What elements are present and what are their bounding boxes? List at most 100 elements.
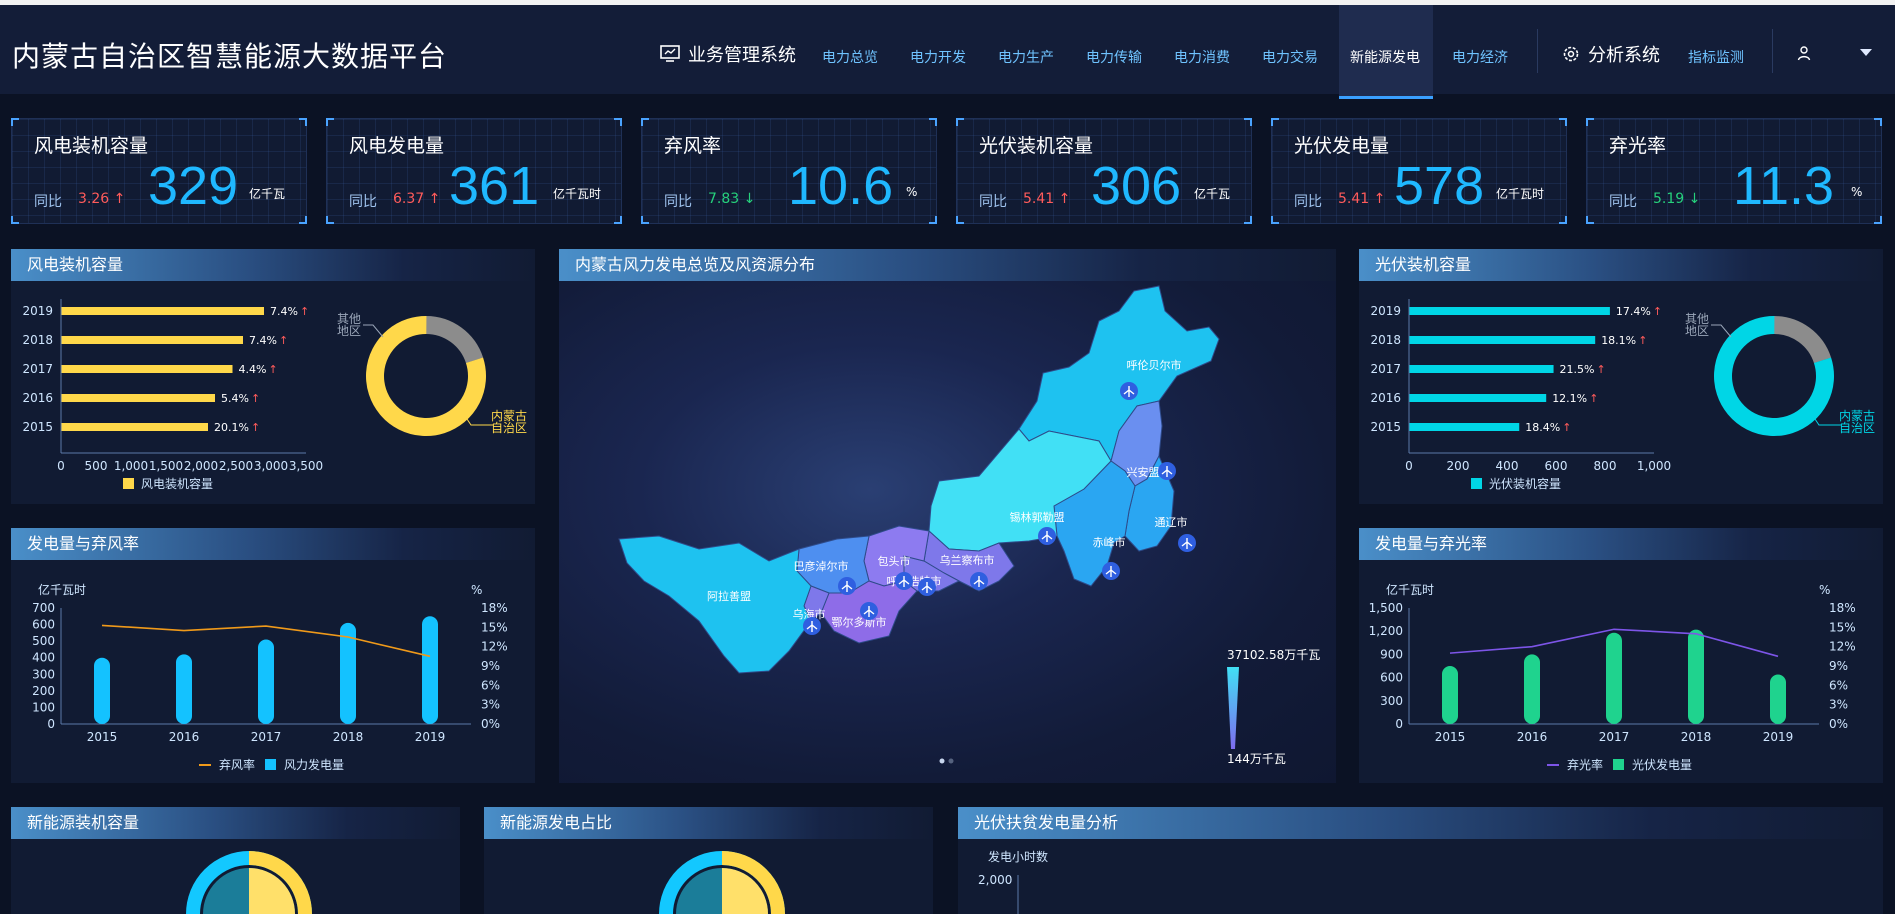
y-tick-label: 900 bbox=[1380, 647, 1403, 661]
bar bbox=[94, 657, 110, 724]
panel-title: 风电装机容量 bbox=[11, 249, 535, 281]
nav-power-development[interactable]: 电力开发 bbox=[910, 47, 966, 67]
arrow-up-icon: ↑ bbox=[279, 334, 288, 347]
user-icon[interactable] bbox=[1796, 45, 1812, 61]
donut-slice bbox=[1714, 316, 1834, 436]
nav-indicator-monitor[interactable]: 指标监测 bbox=[1688, 47, 1744, 67]
wind-turbine-icon bbox=[1038, 527, 1056, 545]
nav-power-economy[interactable]: 电力经济 bbox=[1452, 47, 1508, 67]
arrow-up-icon: ↑ bbox=[251, 392, 260, 405]
new-energy-ratio-panel: 新能源发电占比 bbox=[484, 807, 933, 914]
kpi-yoy-label: 同比 bbox=[34, 194, 62, 210]
kpi-unit: 亿千瓦时 bbox=[1496, 187, 1545, 201]
y-tick-label: 200 bbox=[32, 684, 55, 698]
kpi-unit: % bbox=[906, 185, 918, 199]
kpi-yoy-value: 5.41 ↑ bbox=[1338, 191, 1386, 207]
analysis-system-menu[interactable]: 分析系统 bbox=[1562, 41, 1660, 67]
chevron-down-icon[interactable] bbox=[1860, 49, 1872, 56]
kpi-yoy-value: 5.41 ↑ bbox=[1023, 191, 1071, 207]
bar bbox=[1409, 394, 1547, 402]
kpi-value: 329 bbox=[148, 156, 239, 216]
y-axis-title-left: 亿千瓦时 bbox=[38, 582, 86, 597]
nav-divider bbox=[1772, 29, 1773, 73]
y-axis-title-right: % bbox=[471, 583, 482, 597]
legend-swatch bbox=[265, 759, 276, 770]
bar bbox=[61, 394, 215, 402]
y-tick-label-right: 0% bbox=[481, 717, 500, 731]
map-panel: 内蒙古风力发电总览及风资源分布 呼伦贝尔市 兴安盟 通辽市 赤峰市 锡林郭勒盟 乌兰察布市… bbox=[559, 249, 1336, 783]
nav-new-energy[interactable]: 新能源发电 bbox=[1350, 47, 1420, 67]
y-tick-label: 2016 bbox=[22, 391, 53, 405]
x-tick-label: 1,000 bbox=[1637, 459, 1671, 473]
arrow-down-icon: ↓ bbox=[743, 191, 756, 207]
legend-label: 风力发电量 bbox=[284, 757, 344, 772]
nav-power-overview[interactable]: 电力总览 bbox=[822, 47, 878, 67]
analysis-system-label: 分析系统 bbox=[1588, 45, 1660, 66]
new-energy-capacity-panel: 新能源装机容量 bbox=[11, 807, 460, 914]
kpi-yoy-value: 7.83 ↓ bbox=[708, 191, 756, 207]
nav-power-transmission[interactable]: 电力传输 bbox=[1086, 47, 1142, 67]
y-tick-label-right: 12% bbox=[1829, 640, 1856, 654]
x-tick-label: 0 bbox=[57, 459, 65, 473]
y-tick-label-right: 3% bbox=[481, 698, 500, 712]
kpi-title: 风电发电量 bbox=[349, 135, 445, 157]
kpi-title: 光伏发电量 bbox=[1294, 135, 1390, 157]
region-label: 包头市 bbox=[878, 554, 911, 568]
y-tick-label: 1,200 bbox=[1369, 624, 1403, 638]
kpi-unit: 亿千瓦 bbox=[1194, 187, 1231, 201]
y-tick-label-right: 9% bbox=[481, 659, 500, 673]
legend-gradient-bar bbox=[1227, 667, 1239, 749]
legend-label: 弃光率 bbox=[1567, 757, 1603, 772]
panel-title: 新能源装机容量 bbox=[11, 807, 460, 839]
kpi-card-solar-generation: 光伏发电量 同比 5.41 ↑ 578 亿千瓦时 bbox=[1271, 118, 1567, 224]
x-tick-label: 0 bbox=[1405, 459, 1413, 473]
region-label: 鄂尔多斯市 bbox=[832, 615, 887, 629]
wind-generation-panel: 发电量与弃风率 亿千瓦时% 0 100 200 300 400 500 600 700 0% 3% 6… bbox=[11, 528, 535, 783]
region-label: 赤峰市 bbox=[1093, 535, 1126, 549]
y-tick-label-right: 12% bbox=[481, 640, 508, 654]
solar-poverty-chart: 发电小时数 2,000 bbox=[978, 849, 1048, 914]
business-system-menu[interactable]: 业务管理系统 bbox=[660, 41, 796, 67]
kpi-card-solar-capacity: 光伏装机容量 同比 5.41 ↑ 306 亿千瓦 bbox=[956, 118, 1252, 224]
nav-power-trading[interactable]: 电力交易 bbox=[1262, 47, 1318, 67]
nav-divider bbox=[1537, 29, 1538, 73]
bar bbox=[61, 423, 208, 431]
x-tick-label: 600 bbox=[1545, 459, 1568, 473]
kpi-title: 弃风率 bbox=[664, 135, 722, 157]
bar bbox=[1409, 307, 1610, 315]
nav-power-consumption[interactable]: 电力消费 bbox=[1174, 47, 1230, 67]
bar bbox=[1409, 336, 1596, 344]
new-energy-capacity-gauge bbox=[186, 851, 312, 914]
top-bar: 内蒙古自治区智慧能源大数据平台 业务管理系统 电力总览 电力开发 电力生产 电力… bbox=[0, 0, 1895, 99]
wind-turbine-icon bbox=[803, 617, 821, 635]
kpi-unit: 亿千瓦时 bbox=[553, 187, 602, 201]
y-tick-label-right: 15% bbox=[1829, 620, 1856, 634]
kpi-unit: 亿千瓦 bbox=[249, 187, 286, 201]
panel-title: 发电量与弃风率 bbox=[11, 528, 535, 560]
kpi-title: 弃光率 bbox=[1609, 135, 1667, 157]
arrow-up-icon: ↑ bbox=[1638, 334, 1647, 347]
y-tick-label: 2015 bbox=[1370, 420, 1401, 434]
kpi-card-wind-generation: 风电发电量 同比 6.37 ↑ 361 亿千瓦时 bbox=[326, 118, 622, 224]
y-tick-label: 500 bbox=[32, 634, 55, 648]
wind-turbine-icon bbox=[1158, 462, 1176, 480]
wind-turbine-icon bbox=[970, 572, 988, 590]
nav-power-production[interactable]: 电力生产 bbox=[998, 47, 1054, 67]
kpi-yoy-label: 同比 bbox=[1609, 194, 1637, 210]
slice-label: 地区 bbox=[1685, 324, 1709, 338]
x-tick-label: 3,500 bbox=[289, 459, 323, 473]
region-label: 阿拉善盟 bbox=[707, 589, 751, 603]
kpi-value: 11.3 bbox=[1733, 156, 1835, 216]
inner-mongolia-map: 呼伦贝尔市兴安盟通辽市赤峰市锡林郭勒盟乌兰察布市呼和浩特市包头市巴彦淖尔市鄂尔多… bbox=[618, 285, 1320, 766]
legend-swatch bbox=[1613, 759, 1624, 770]
data-label: 7.4% bbox=[270, 305, 298, 318]
y-tick-label: 2018 bbox=[1370, 333, 1401, 347]
y-tick-label: 2019 bbox=[22, 304, 53, 318]
y-tick-label: 600 bbox=[1380, 671, 1403, 685]
arrow-up-icon: ↑ bbox=[1589, 392, 1598, 405]
monitor-icon bbox=[660, 45, 680, 62]
y-tick-label: 1,500 bbox=[1369, 601, 1403, 615]
region-label: 通辽市 bbox=[1155, 515, 1188, 529]
solar-capacity-panel: 光伏装机容量 2019 17.4% ↑ 2018 18.1% ↑ 2017 21.5% ↑ 201… bbox=[1359, 249, 1883, 504]
region-alxa bbox=[618, 535, 812, 674]
